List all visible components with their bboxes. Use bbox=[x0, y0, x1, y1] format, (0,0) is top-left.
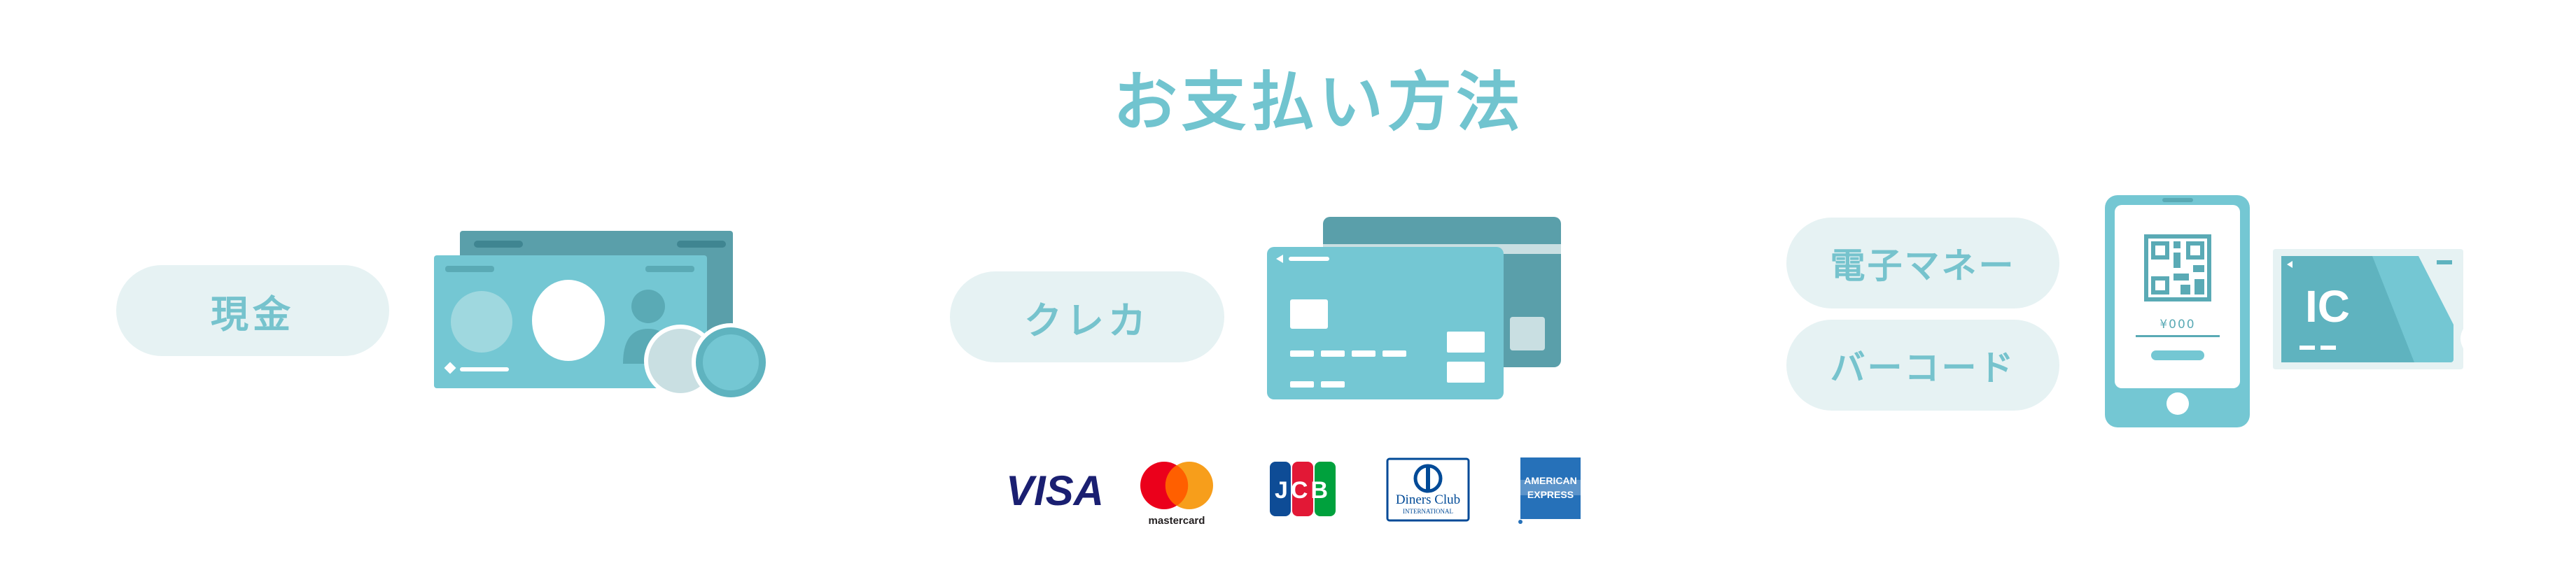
diners-subtext: INTERNATIONAL bbox=[1403, 508, 1453, 515]
payment-method-emoney: 電子マネー bbox=[1786, 218, 2059, 308]
payment-method-cash-label: 現金 bbox=[211, 292, 295, 336]
payment-method-barcode: バーコード bbox=[1786, 320, 2059, 411]
payment-method-credit: クレカ bbox=[950, 271, 1224, 362]
qr-code-icon bbox=[2144, 234, 2211, 301]
jcb-text: JCB bbox=[1275, 477, 1331, 504]
payment-method-cash: 現金 bbox=[116, 265, 389, 356]
mastercard-text: mastercard bbox=[1149, 515, 1205, 527]
diners-text: Diners Club bbox=[1396, 492, 1460, 507]
mastercard-logo-icon: mastercard bbox=[1140, 462, 1213, 527]
smartphone-icon: ¥000 bbox=[2105, 195, 2250, 427]
phone-amount: ¥000 bbox=[2160, 318, 2195, 332]
card-brands: VISA mastercard JCB Diners Club INTERNAT… bbox=[994, 455, 1596, 532]
amex-text-1: AMERICAN bbox=[1524, 475, 1576, 486]
payment-method-credit-label: クレカ bbox=[1024, 298, 1150, 343]
ic-card-icon: IC bbox=[2273, 249, 2463, 369]
page-title: お支払い方法 bbox=[1113, 65, 1525, 140]
amex-text-2: EXPRESS bbox=[1527, 489, 1574, 500]
jcb-logo-icon: JCB bbox=[1270, 462, 1336, 516]
diners-club-logo-icon: Diners Club INTERNATIONAL bbox=[1386, 457, 1470, 522]
ic-card-label: IC bbox=[2305, 281, 2350, 332]
visa-text: VISA bbox=[1006, 467, 1104, 514]
visa-logo-icon: VISA bbox=[1006, 467, 1104, 514]
payment-method-emoney-label: 電子マネー bbox=[1830, 246, 2016, 286]
credit-card-icon bbox=[1267, 217, 1561, 399]
amex-logo-icon: AMERICAN EXPRESS bbox=[1518, 457, 1581, 524]
payment-method-barcode-label: バーコード bbox=[1830, 348, 2016, 388]
cash-icon bbox=[434, 231, 770, 402]
